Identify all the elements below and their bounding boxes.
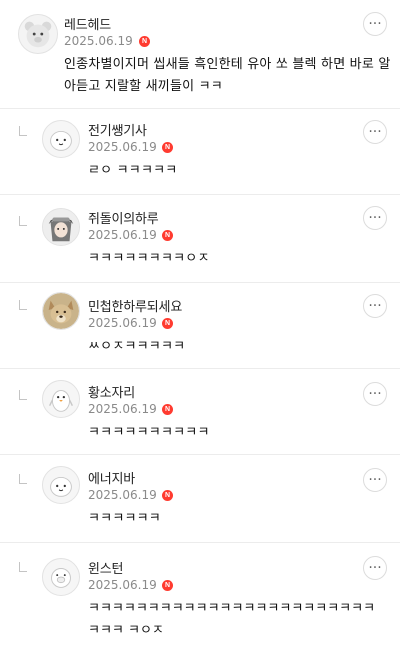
- more-options-button[interactable]: ···: [363, 556, 387, 580]
- more-options-button[interactable]: ···: [363, 12, 387, 36]
- comment-date: 2025.06.19: [88, 140, 157, 154]
- comment-item: 레드헤드 2025.06.19 N ··· 인종차별이지머 씹새들 흑인한테 유…: [0, 0, 400, 110]
- comment-date: 2025.06.19: [88, 228, 157, 242]
- nickname[interactable]: 레드헤드: [64, 14, 111, 33]
- divider: [0, 108, 400, 109]
- new-badge: N: [162, 142, 173, 153]
- pig-avatar-icon[interactable]: [42, 558, 80, 596]
- more-options-button[interactable]: ···: [363, 382, 387, 406]
- anime-character-avatar-icon[interactable]: [42, 208, 80, 246]
- comment-text: 인종차별이지머 씹새들 흑인한테 유아 쏘 블렉 하면 바로 알아듣고 지랄할 …: [64, 57, 391, 94]
- more-options-button[interactable]: ···: [363, 120, 387, 144]
- reply-indicator-icon: [19, 300, 27, 310]
- comment-text: ㅋㅋㅋㅋㅋㅋㅋㅋㅋㅋㅋㅋㅋㅋㅋㅋㅋㅋㅋㅋㅋㅋㅋㅋㅋㅋㅋ ㅋㅇㅈ: [88, 601, 376, 638]
- comment-text: ㅋㅋㅋㅋㅋㅋ: [88, 511, 161, 526]
- comment-date: 2025.06.19: [88, 488, 157, 502]
- comment-text: ㄹㅇ ㅋㅋㅋㅋㅋ: [88, 163, 178, 178]
- divider: [0, 368, 400, 369]
- nickname[interactable]: 쥐돌이의하루: [88, 208, 159, 227]
- reply-item: 민첩한하루되세요 2025.06.19 N ··· ㅆㅇㅈㅋㅋㅋㅋㅋ: [0, 284, 400, 368]
- reply-item: 쥐돌이의하루 2025.06.19 N ··· ㅋㅋㅋㅋㅋㅋㅋㅋㅇㅈ: [0, 196, 400, 282]
- reply-indicator-icon: [19, 216, 27, 226]
- reply-indicator-icon: [19, 562, 27, 572]
- new-badge: N: [162, 490, 173, 501]
- divider: [0, 282, 400, 283]
- new-badge: N: [162, 230, 173, 241]
- comment-text: ㅆㅇㅈㅋㅋㅋㅋㅋ: [88, 339, 186, 354]
- comment-text: ㅋㅋㅋㅋㅋㅋㅋㅋㅇㅈ: [88, 251, 210, 266]
- more-options-button[interactable]: ···: [363, 468, 387, 492]
- new-badge: N: [162, 580, 173, 591]
- nickname[interactable]: 윈스턴: [88, 558, 123, 577]
- nickname[interactable]: 에너지바: [88, 468, 135, 487]
- comment-date: 2025.06.19: [88, 316, 157, 330]
- blob-avatar-icon[interactable]: [42, 120, 80, 158]
- reply-indicator-icon: [19, 390, 27, 400]
- blob-avatar-icon[interactable]: [42, 466, 80, 504]
- comment-text: ㅋㅋㅋㅋㅋㅋㅋㅋㅋㅋ: [88, 425, 210, 440]
- new-badge: N: [162, 404, 173, 415]
- new-badge: N: [139, 36, 150, 47]
- nickname[interactable]: 황소자리: [88, 382, 135, 401]
- new-badge: N: [162, 318, 173, 329]
- reply-item: 전기쌩기사 2025.06.19 N ··· ㄹㅇ ㅋㅋㅋㅋㅋ: [0, 110, 400, 194]
- reply-item: 에너지바 2025.06.19 N ··· ㅋㅋㅋㅋㅋㅋ: [0, 456, 400, 540]
- comment-date: 2025.06.19: [88, 578, 157, 592]
- dog-photo-avatar-icon[interactable]: [42, 292, 80, 330]
- penguin-avatar-icon[interactable]: [42, 380, 80, 418]
- reply-indicator-icon: [19, 126, 27, 136]
- divider: [0, 542, 400, 543]
- comment-date: 2025.06.19: [64, 34, 133, 48]
- reply-item: 윈스턴 2025.06.19 N ··· ㅋㅋㅋㅋㅋㅋㅋㅋㅋㅋㅋㅋㅋㅋㅋㅋㅋㅋㅋ…: [0, 544, 400, 648]
- reply-item: 황소자리 2025.06.19 N ··· ㅋㅋㅋㅋㅋㅋㅋㅋㅋㅋ: [0, 370, 400, 454]
- nickname[interactable]: 전기쌩기사: [88, 120, 147, 139]
- bear-avatar-icon[interactable]: [18, 14, 58, 54]
- nickname[interactable]: 민첩한하루되세요: [88, 296, 182, 315]
- more-options-button[interactable]: ···: [363, 294, 387, 318]
- reply-indicator-icon: [19, 474, 27, 484]
- more-options-button[interactable]: ···: [363, 206, 387, 230]
- divider: [0, 454, 400, 455]
- comment-date: 2025.06.19: [88, 402, 157, 416]
- divider: [0, 194, 400, 195]
